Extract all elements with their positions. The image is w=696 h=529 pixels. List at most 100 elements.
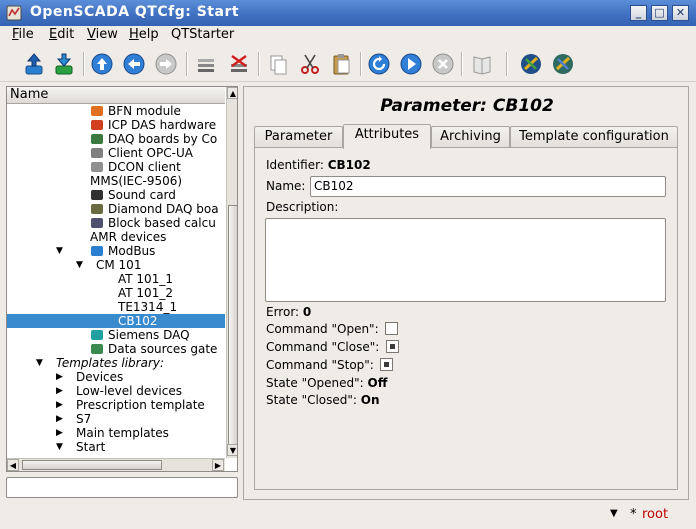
- tree-item-label: DAQ boards by Co: [108, 132, 218, 146]
- bfn-icon: [91, 106, 103, 116]
- toolbar-separator: [186, 52, 188, 76]
- tree-item[interactable]: BFN module: [7, 104, 225, 118]
- up-icon[interactable]: [88, 50, 116, 78]
- tree-filter-field[interactable]: [6, 477, 238, 498]
- toolbar-separator: [360, 52, 362, 76]
- tree-item-label: ICP DAS hardware: [108, 118, 217, 132]
- load-icon[interactable]: [20, 50, 48, 78]
- tree-item[interactable]: ▶ Prescription template: [7, 398, 225, 412]
- collapsed-arrow-icon[interactable]: ▶: [56, 384, 66, 398]
- tab-attributes[interactable]: Attributes: [343, 124, 431, 149]
- stop-icon[interactable]: [429, 50, 457, 78]
- start-icon[interactable]: [397, 50, 425, 78]
- tree-item[interactable]: TE1314_1: [7, 300, 225, 314]
- description-field[interactable]: [265, 218, 666, 302]
- scroll-down-icon[interactable]: ▼: [227, 444, 237, 456]
- tree-item[interactable]: Client OPC-UA: [7, 146, 225, 160]
- cmd-open-checkbox[interactable]: [385, 322, 398, 335]
- expanded-arrow-icon[interactable]: ▼: [36, 356, 46, 370]
- back-icon[interactable]: [120, 50, 148, 78]
- tree-item[interactable]: Diamond DAQ boa: [7, 202, 225, 216]
- status-bar: ▼ * root: [0, 503, 696, 529]
- state-opened-label: State "Opened":: [266, 376, 364, 390]
- scroll-thumb-horizontal[interactable]: [22, 460, 162, 470]
- tree-item[interactable]: AT 101_1: [7, 272, 225, 286]
- tab-parameter[interactable]: Parameter: [254, 126, 343, 148]
- expanded-arrow-icon[interactable]: ▼: [76, 258, 86, 272]
- name-field[interactable]: CB102: [310, 176, 666, 197]
- scroll-thumb[interactable]: [228, 205, 237, 455]
- tree-item[interactable]: DCON client: [7, 160, 225, 174]
- tree-item[interactable]: Block based calcu: [7, 216, 225, 230]
- tree-item[interactable]: CB102: [7, 314, 225, 328]
- tree-header-name[interactable]: Name: [7, 87, 225, 104]
- menu-file[interactable]: File: [12, 27, 34, 42]
- dcon-icon: [91, 162, 103, 172]
- tree-item[interactable]: DAQ boards by Co: [7, 132, 225, 146]
- scroll-right-icon[interactable]: ▶: [212, 459, 224, 471]
- status-menu-icon[interactable]: ▼: [610, 508, 618, 519]
- maximize-button[interactable]: □: [651, 5, 668, 21]
- cmd-stop-checkbox[interactable]: [380, 358, 393, 371]
- refresh-icon[interactable]: [365, 50, 393, 78]
- expanded-arrow-icon[interactable]: ▼: [56, 244, 66, 258]
- collapsed-arrow-icon[interactable]: ▶: [56, 412, 66, 426]
- menu-view[interactable]: View: [87, 27, 118, 42]
- toolbar-separator: [258, 52, 260, 76]
- collapsed-arrow-icon[interactable]: ▶: [56, 370, 66, 384]
- menu-qtstarter[interactable]: QTStarter: [171, 27, 234, 42]
- manual-icon[interactable]: [468, 50, 496, 78]
- tree-item[interactable]: ICP DAS hardware: [7, 118, 225, 132]
- gate-icon: [91, 344, 103, 354]
- main-panel: Parameter: CB102 Parameter Attributes Ar…: [243, 86, 689, 500]
- tree-item[interactable]: ▼ CM 101: [7, 258, 225, 272]
- menu-help[interactable]: Help: [129, 27, 159, 42]
- expanded-arrow-icon[interactable]: ▼: [56, 440, 66, 454]
- siemens-icon: [91, 330, 103, 340]
- status-user[interactable]: root: [642, 507, 668, 522]
- tree-item[interactable]: ▶ Main templates: [7, 426, 225, 440]
- tree-item[interactable]: Data sources gate: [7, 342, 225, 356]
- cfg-module2-icon[interactable]: [549, 50, 577, 78]
- tree-item[interactable]: Siemens DAQ: [7, 328, 225, 342]
- tree-item[interactable]: AT 101_2: [7, 286, 225, 300]
- cut-icon[interactable]: [296, 50, 324, 78]
- navigation-tree[interactable]: Name BFN module ICP DAS hardware DAQ board…: [6, 86, 238, 472]
- tree-item[interactable]: ▶ Low-level devices: [7, 384, 225, 398]
- delete-item-icon[interactable]: [225, 50, 253, 78]
- collapsed-arrow-icon[interactable]: ▶: [56, 426, 66, 440]
- tab-template-configuration[interactable]: Template configuration: [510, 126, 678, 148]
- paste-icon[interactable]: [328, 50, 356, 78]
- tree-horizontal-scrollbar[interactable]: ◀ ▶: [7, 458, 225, 471]
- cmd-close-checkbox[interactable]: [386, 340, 399, 353]
- tree-item[interactable]: ▶ Devices: [7, 370, 225, 384]
- tab-archiving[interactable]: Archiving: [431, 126, 510, 148]
- error-value: 0: [302, 305, 312, 319]
- copy-icon[interactable]: [264, 50, 292, 78]
- tree-item[interactable]: Sound card: [7, 188, 225, 202]
- tree-item[interactable]: ▼ Start: [7, 440, 225, 454]
- tree-item[interactable]: MMS(IEC-9506): [7, 174, 225, 188]
- tree-item[interactable]: ▶ S7: [7, 412, 225, 426]
- icpdas-icon: [91, 120, 103, 130]
- tree-vertical-scrollbar[interactable]: ▲ ▼: [226, 87, 237, 458]
- tree-item-label: ModBus: [108, 244, 156, 258]
- tree-item[interactable]: ▼ Templates library:: [7, 356, 225, 370]
- tree-item-label: Sound card: [108, 188, 176, 202]
- forward-icon[interactable]: [152, 50, 180, 78]
- add-item-icon[interactable]: [192, 50, 220, 78]
- cfg-module-icon[interactable]: [517, 50, 545, 78]
- collapsed-arrow-icon[interactable]: ▶: [56, 398, 66, 412]
- save-icon[interactable]: [50, 50, 78, 78]
- menu-edit[interactable]: Edit: [49, 27, 74, 42]
- minimize-button[interactable]: _: [630, 5, 647, 21]
- daqboard-icon: [91, 134, 103, 144]
- tree-item[interactable]: ▼ ModBus: [7, 244, 225, 258]
- tree-item[interactable]: AMR devices: [7, 230, 225, 244]
- close-button[interactable]: ✕: [672, 5, 689, 21]
- title-bar: OpenSCADA QTCfg: Start _ □ ✕: [0, 0, 696, 26]
- scroll-left-icon[interactable]: ◀: [7, 459, 19, 471]
- scroll-up-icon[interactable]: ▲: [227, 87, 237, 99]
- tree-item-label: Devices: [76, 370, 124, 384]
- openscada-icon[interactable]: [6, 5, 22, 21]
